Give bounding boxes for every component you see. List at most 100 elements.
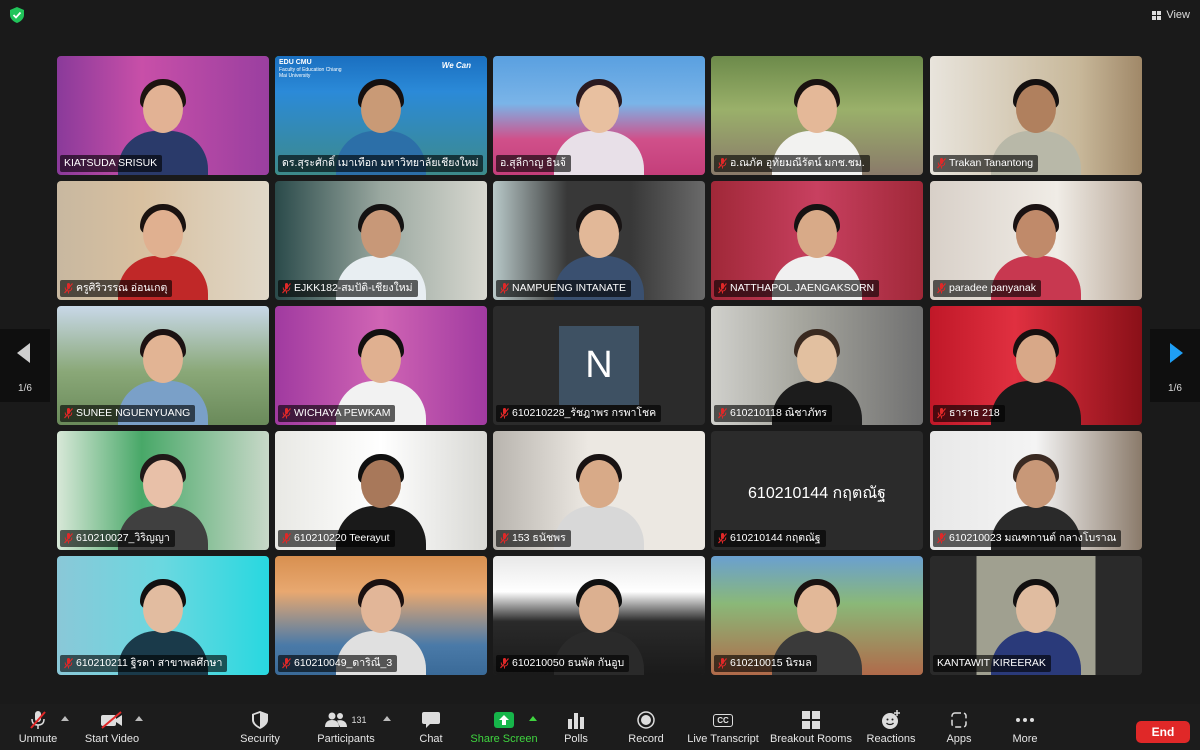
microphone-muted-icon <box>64 533 73 544</box>
view-label: View <box>1166 9 1190 21</box>
share-options-caret[interactable] <box>529 716 537 721</box>
participant-tile[interactable]: 610210015 นิรมล <box>711 556 923 675</box>
shield-check-icon[interactable] <box>10 7 24 23</box>
participant-name: KANTAWIT KIREERAK <box>937 657 1046 669</box>
participant-tile[interactable]: 153 ธนัชพร <box>493 431 705 550</box>
security-label: Security <box>240 733 280 745</box>
participant-tile[interactable]: KIATSUDA SRISUK <box>57 56 269 175</box>
live-transcript-button[interactable]: CC Live Transcript <box>686 710 760 748</box>
participant-tile[interactable]: 610210220 Teerayut <box>275 431 487 550</box>
view-button[interactable]: View <box>1152 6 1190 24</box>
participant-name: SUNEE NGUENYUANG <box>76 407 191 419</box>
participant-tile[interactable]: EJKK182-สมปัติ-เชียงใหม่ <box>275 181 487 300</box>
bar-chart-icon <box>568 713 584 729</box>
participant-name-tag: 610210211 ฐิรดา สาขาพลศึกษา <box>60 655 228 672</box>
share-screen-button[interactable]: Share Screen <box>470 710 538 748</box>
page-indicator-left: 1/6 <box>18 383 32 394</box>
microphone-muted-icon <box>64 658 73 669</box>
participant-tile[interactable]: 610210049_ดาริณี_3 <box>275 556 487 675</box>
next-page-button[interactable]: 1/6 <box>1150 329 1200 402</box>
top-bar: View <box>0 0 1200 30</box>
page-indicator-right: 1/6 <box>1168 383 1182 394</box>
apps-button[interactable]: Apps <box>944 710 974 748</box>
participant-tile[interactable]: NAMPUENG INTANATE <box>493 181 705 300</box>
participants-label: Participants <box>317 733 375 745</box>
participants-icon <box>325 712 348 727</box>
video-options-caret[interactable] <box>135 716 143 721</box>
participant-tile[interactable]: SUNEE NGUENYUANG <box>57 306 269 425</box>
participant-name-tag: NAMPUENG INTANATE <box>496 280 631 297</box>
participant-name: 610210015 นิรมล <box>730 657 812 669</box>
participant-name-tag: 610210050 ธนพัต กันอูบ <box>496 655 630 672</box>
participant-tile[interactable]: 610210027_วิริญญา <box>57 431 269 550</box>
participant-tile[interactable]: 610210211 ฐิรดา สาขาพลศึกษา <box>57 556 269 675</box>
participant-tile[interactable]: อ.สุลีกาญ ธินจ้ <box>493 56 705 175</box>
participant-name: KIATSUDA SRISUK <box>64 157 158 169</box>
participant-name: 610210211 ฐิรดา สาขาพลศึกษา <box>76 657 223 669</box>
smiley-plus-icon <box>882 710 900 729</box>
participant-name-tag: NATTHAPOL JAENGAKSORN <box>714 280 880 297</box>
record-button[interactable]: Record <box>626 710 666 748</box>
participants-button[interactable]: 131 Participants <box>316 710 376 748</box>
participant-tile[interactable]: KANTAWIT KIREERAK <box>930 556 1142 675</box>
record-label: Record <box>628 733 664 745</box>
participant-name-tag: Trakan Tanantong <box>933 155 1039 172</box>
breakout-rooms-button[interactable]: Breakout Rooms <box>770 710 852 748</box>
banner-logo-text: EDU CMU <box>279 59 312 66</box>
participant-tile[interactable]: ครูศิริวรรณ อ่อนเกตุ <box>57 181 269 300</box>
polls-label: Polls <box>564 733 588 745</box>
participant-tile[interactable]: paradee panyanak <box>930 181 1142 300</box>
unmute-button[interactable]: Unmute <box>18 710 58 748</box>
microphone-muted-icon <box>64 283 73 294</box>
participants-count: 131 <box>351 715 367 725</box>
participants-options-caret[interactable] <box>383 716 391 721</box>
participant-tile[interactable]: WICHAYA PEWKAM <box>275 306 487 425</box>
microphone-muted-icon <box>500 283 509 294</box>
microphone-muted-icon <box>30 711 46 729</box>
video-gallery: KIATSUDA SRISUK EDU CMU Faculty of Educati… <box>57 56 1144 676</box>
participant-name-tag: อ.สุลีกาญ ธินจ้ <box>496 155 571 172</box>
start-video-label: Start Video <box>84 733 140 745</box>
closed-caption-icon: CC <box>713 713 733 727</box>
participant-tile[interactable]: 610210023 มณฑกานต์ กลางโบราณ <box>930 431 1142 550</box>
participant-tile[interactable]: EDU CMU Faculty of Education Chiang Mai U… <box>275 56 487 175</box>
participant-name-tag: WICHAYA PEWKAM <box>278 405 396 422</box>
end-meeting-button[interactable]: End <box>1136 721 1190 743</box>
participant-tile[interactable]: ธาราธ 218 <box>930 306 1142 425</box>
participant-name: paradee panyanak <box>949 282 1036 294</box>
participant-name-tag: ธาราธ 218 <box>933 405 1005 422</box>
polls-button[interactable]: Polls <box>561 710 591 748</box>
meeting-toolbar: Unmute Start Video Security 131 Particip… <box>0 704 1200 750</box>
participant-center-name: 610210144 กฤตณัฐ <box>748 485 886 502</box>
participant-tile[interactable]: 610210118 ณิชาภัทร <box>711 306 923 425</box>
microphone-muted-icon <box>937 158 946 169</box>
more-button[interactable]: More <box>1010 710 1040 748</box>
apps-icon <box>951 712 967 728</box>
participant-name: 610210228_รัชฎาพร กรพาโชค <box>512 407 657 419</box>
security-button[interactable]: Security <box>238 710 282 748</box>
participant-tile[interactable]: N 610210228_รัชฎาพร กรพาโชค <box>493 306 705 425</box>
participant-name-tag: 610210228_รัชฎาพร กรพาโชค <box>496 405 662 422</box>
microphone-muted-icon <box>282 408 291 419</box>
microphone-muted-icon <box>64 408 73 419</box>
participant-name: WICHAYA PEWKAM <box>294 407 391 419</box>
grid-icon <box>1152 10 1162 20</box>
reactions-button[interactable]: Reactions <box>866 710 916 748</box>
participant-name-tag: ดร.สุระศักดิ์ เมาเทือก มหาวิทยาลัยเชียงใ… <box>278 155 484 172</box>
participant-tile[interactable]: NATTHAPOL JAENGAKSORN <box>711 181 923 300</box>
start-video-button[interactable]: Start Video <box>84 710 140 748</box>
participant-tile[interactable]: 610210050 ธนพัต กันอูบ <box>493 556 705 675</box>
microphone-muted-icon <box>718 408 727 419</box>
audio-options-caret[interactable] <box>61 716 69 721</box>
participant-tile[interactable]: Trakan Tanantong <box>930 56 1142 175</box>
participant-tile[interactable]: 610210144 กฤตณัฐ 610210144 กฤตณัฐ <box>711 431 923 550</box>
participant-name: 610210027_วิริญญา <box>76 532 170 544</box>
participant-tile[interactable]: อ.ณภัค อุทัยมณีรัตน์ มกช.ชม. <box>711 56 923 175</box>
share-screen-label: Share Screen <box>470 733 538 745</box>
apps-label: Apps <box>946 733 972 745</box>
prev-page-button[interactable]: 1/6 <box>0 329 50 402</box>
participant-name-tag: paradee panyanak <box>933 280 1041 297</box>
breakout-rooms-icon <box>802 711 820 729</box>
participant-name-tag: EJKK182-สมปัติ-เชียงใหม่ <box>278 280 418 297</box>
chat-button[interactable]: Chat <box>416 710 446 748</box>
